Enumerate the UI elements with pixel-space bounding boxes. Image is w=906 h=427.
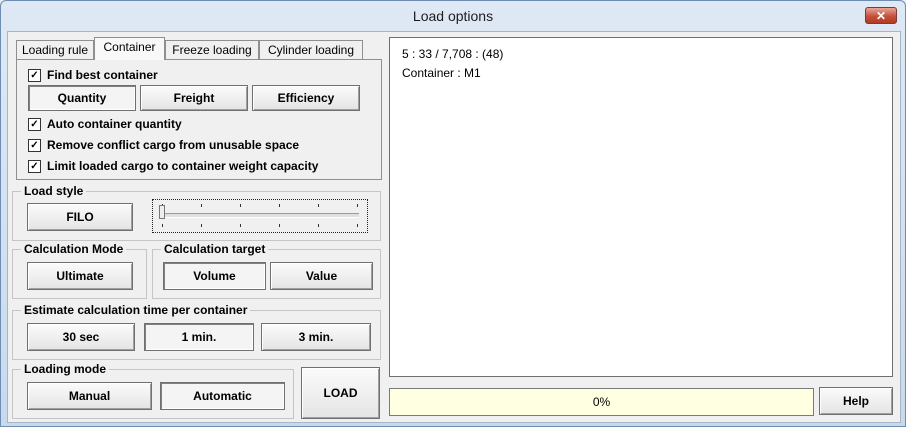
remove-conflict-cargo-label: Remove conflict cargo from unusable spac… [47, 138, 300, 152]
limit-weight-label: Limit loaded cargo to container weight c… [47, 159, 319, 173]
slider-tick [240, 204, 241, 207]
load-style-group: Load style FILO [12, 184, 381, 241]
calculation-target-legend: Calculation target [161, 242, 269, 256]
30-sec-button[interactable]: 30 sec [27, 323, 135, 351]
tab-loading-rule[interactable]: Loading rule [16, 40, 94, 59]
slider-thumb[interactable] [159, 205, 165, 219]
manual-button[interactable]: Manual [27, 382, 152, 410]
window-title: Load options [412, 8, 494, 24]
container-tab-panel: ✓ Find best container Quantity Freight E… [16, 59, 382, 180]
quantity-button[interactable]: Quantity [28, 85, 136, 111]
value-button[interactable]: Value [270, 262, 373, 290]
dialog-client: Loading rule Container Freeze loading Cy… [7, 31, 901, 423]
find-best-container-label: Find best container [47, 68, 158, 82]
check-icon: ✓ [28, 159, 41, 173]
tab-cylinder-loading[interactable]: Cylinder loading [259, 40, 363, 59]
freight-button[interactable]: Freight [140, 85, 248, 111]
efficiency-button[interactable]: Efficiency [252, 85, 360, 111]
progress-bar: 0% [389, 388, 814, 416]
slider-tick [201, 204, 202, 207]
output-textbox[interactable]: 5 : 33 / 7,708 : (48) Container : M1 [389, 37, 893, 377]
close-button[interactable]: ✕ [865, 7, 897, 24]
title-bar[interactable]: Load options ✕ [1, 1, 905, 31]
calculation-target-group: Calculation target Volume Value [152, 242, 381, 299]
slider-tick [357, 204, 358, 207]
output-line: Container : M1 [402, 66, 481, 80]
slider-tick [357, 224, 358, 227]
remove-conflict-cargo-checkbox[interactable]: ✓ Remove conflict cargo from unusable sp… [28, 138, 299, 152]
slider-tick [279, 204, 280, 207]
slider-tick [318, 224, 319, 227]
output-line: 5 : 33 / 7,708 : (48) [402, 47, 504, 61]
automatic-button[interactable]: Automatic [160, 382, 285, 410]
load-style-slider[interactable] [152, 199, 368, 233]
3-min-button[interactable]: 3 min. [261, 323, 371, 351]
slider-tick [240, 224, 241, 227]
load-button[interactable]: LOAD [301, 367, 380, 419]
slider-tick [162, 224, 163, 227]
check-icon: ✓ [28, 68, 41, 82]
find-best-container-checkbox[interactable]: ✓ Find best container [28, 68, 158, 82]
load-style-legend: Load style [21, 184, 87, 198]
loading-mode-legend: Loading mode [21, 362, 109, 376]
limit-weight-checkbox[interactable]: ✓ Limit loaded cargo to container weight… [28, 159, 318, 173]
estimate-time-group: Estimate calculation time per container … [12, 303, 381, 360]
calculation-mode-group: Calculation Mode Ultimate [12, 242, 147, 299]
1-min-button[interactable]: 1 min. [144, 323, 254, 351]
slider-track [161, 213, 359, 218]
ultimate-button[interactable]: Ultimate [27, 262, 133, 290]
calculation-mode-legend: Calculation Mode [21, 242, 127, 256]
progress-text: 0% [592, 395, 611, 409]
slider-tick [318, 204, 319, 207]
check-icon: ✓ [28, 138, 41, 152]
auto-container-quantity-checkbox[interactable]: ✓ Auto container quantity [28, 117, 182, 131]
tab-freeze-loading[interactable]: Freeze loading [165, 40, 259, 59]
loading-mode-group: Loading mode Manual Automatic [12, 362, 294, 419]
help-button[interactable]: Help [819, 387, 893, 415]
auto-container-quantity-label: Auto container quantity [47, 117, 182, 131]
filo-button[interactable]: FILO [27, 203, 133, 231]
slider-tick [201, 224, 202, 227]
load-options-window: Load options ✕ Loading rule Container Fr… [0, 0, 906, 427]
close-icon: ✕ [875, 9, 887, 23]
slider-tick [279, 224, 280, 227]
volume-button[interactable]: Volume [163, 262, 266, 290]
check-icon: ✓ [28, 117, 41, 131]
tab-container[interactable]: Container [94, 37, 165, 60]
estimate-time-legend: Estimate calculation time per container [21, 303, 251, 317]
